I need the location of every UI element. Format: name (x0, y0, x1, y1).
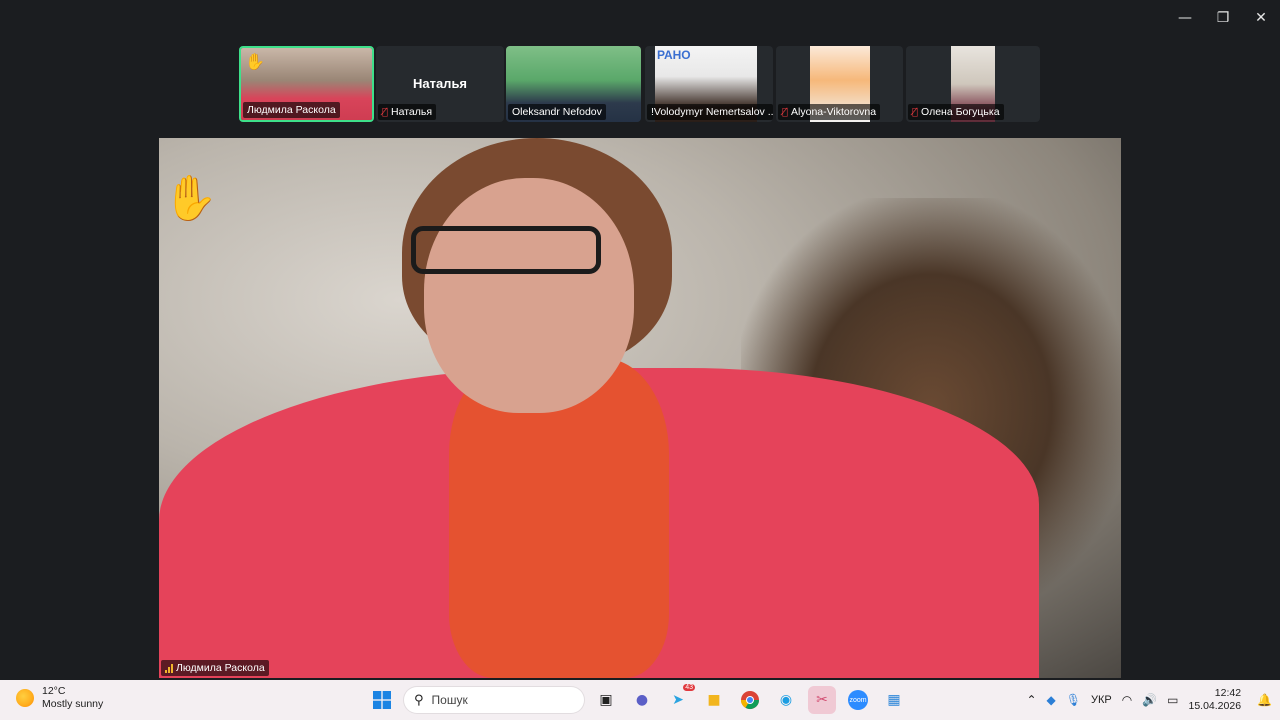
speaker-name-tag: Людмила Раскола (161, 660, 269, 676)
participant-name-tag: !Volodymyr Nemertsalov ... (647, 104, 773, 120)
clock[interactable]: 12:42 15.04.2026 (1188, 687, 1241, 713)
participant-tile[interactable]: 🎙̸ Alyona-Viktorovna (776, 46, 903, 122)
minimize-icon[interactable]: — (1166, 0, 1204, 36)
start-button[interactable] (368, 686, 396, 714)
raised-hand-icon: ✋ (245, 52, 265, 71)
windows-icon (373, 691, 391, 709)
volume-icon[interactable]: 🔊 (1142, 693, 1157, 707)
signal-strength-icon (165, 663, 173, 673)
search-icon: ⚲ (414, 692, 424, 708)
weather-temperature: 12°C (42, 685, 66, 697)
participant-display-name: Наталья (412, 76, 468, 91)
weather-description: Mostly sunny (42, 698, 104, 710)
security-icon[interactable]: ◆ (1047, 693, 1056, 707)
participant-name-tag: 🎙̸ Олена Богуцька (908, 104, 1004, 120)
battery-icon[interactable]: ▭ (1167, 693, 1178, 707)
chevron-up-icon[interactable]: ⌃ (1026, 693, 1036, 707)
clock-date: 15.04.2026 (1188, 700, 1242, 712)
taskbar-search[interactable]: ⚲ Пошук (404, 687, 584, 713)
raised-hand-icon: ✋ (163, 173, 218, 224)
system-tray: ⌃ ◆ 🎙 УКР ◠ 🔊 ▭ 12:42 15.04.2026 🔔 (1026, 680, 1272, 720)
participant-name-tag: Oleksandr Nefodov (508, 104, 606, 120)
weather-sun-icon (16, 689, 34, 707)
taskbar: 12°C Mostly sunny ⚲ Пошук ▣ ● ➤ 43 ■ ◉ ✂ … (0, 680, 1280, 720)
main-video: ✋ Людмила Раскола (159, 138, 1121, 678)
participant-strip: ✋ Людмила Раскола Наталья 🎙̸ Наталья Olek… (0, 46, 1280, 122)
chrome-icon[interactable] (736, 686, 764, 714)
taskbar-center: ⚲ Пошук ▣ ● ➤ 43 ■ ◉ ✂ zoom ▦ (368, 684, 908, 716)
close-icon[interactable]: ✕ (1242, 0, 1280, 36)
chat-icon[interactable]: ● (628, 686, 656, 714)
participant-tile[interactable]: 🎙̸ Олена Богуцька (906, 46, 1040, 122)
participant-name-tag: 🎙̸ Наталья (378, 104, 437, 120)
participant-name-tag: Людмила Раскола (243, 102, 340, 118)
language-indicator[interactable]: УКР (1091, 694, 1112, 706)
notification-badge: 43 (683, 684, 695, 691)
file-explorer-icon[interactable]: ■ (700, 686, 728, 714)
participant-tile-active[interactable]: ✋ Людмила Раскола (239, 46, 374, 122)
snipping-tool-icon[interactable]: ✂ (808, 686, 836, 714)
clock-time: 12:42 (1214, 687, 1242, 699)
telegram-icon[interactable]: ➤ 43 (664, 684, 695, 714)
notifications-icon[interactable]: 🔔 (1257, 693, 1272, 707)
window-controls: — ❐ ✕ (1166, 0, 1280, 36)
photos-icon[interactable]: ▦ (880, 686, 908, 714)
participant-tile[interactable]: Наталья 🎙̸ Наталья (376, 46, 504, 122)
participant-name-tag: 🎙̸ Alyona-Viktorovna (778, 104, 881, 120)
task-view-icon[interactable]: ▣ (592, 686, 620, 714)
weather-widget[interactable]: 12°C Mostly sunny (16, 685, 103, 711)
restore-icon[interactable]: ❐ (1204, 0, 1242, 36)
mic-muted-icon: 🎙̸ (782, 106, 789, 118)
mic-muted-icon: 🎙̸ (912, 106, 919, 118)
microphone-icon[interactable]: 🎙 (1066, 693, 1081, 707)
participant-tile[interactable]: Oleksandr Nefodov (506, 46, 641, 122)
wifi-icon[interactable]: ◠ (1122, 693, 1132, 707)
background-text: РАНО (657, 48, 691, 62)
mic-muted-icon: 🎙̸ (382, 106, 389, 118)
participant-tile[interactable]: РАНО !Volodymyr Nemertsalov ... (645, 46, 773, 122)
zoom-icon[interactable]: zoom (844, 686, 872, 714)
speaker-face (424, 178, 634, 413)
speaker-glasses (411, 226, 601, 274)
search-placeholder: Пошук (431, 693, 468, 707)
edge-icon[interactable]: ◉ (772, 686, 800, 714)
